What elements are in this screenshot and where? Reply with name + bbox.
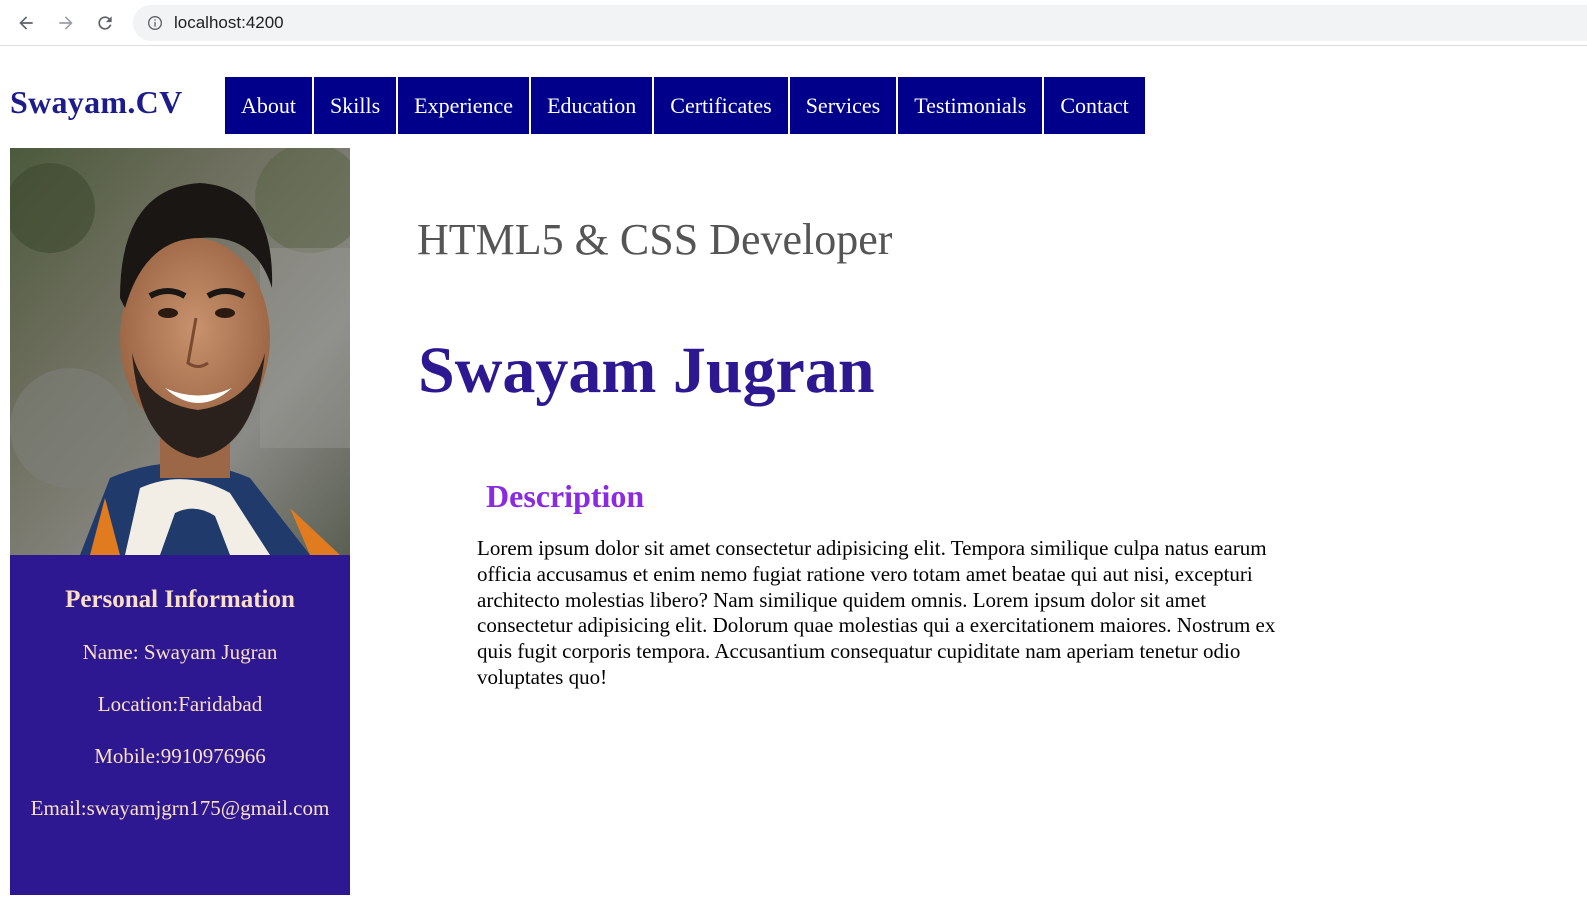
arrow-left-icon [19,16,33,30]
nav-item-experience[interactable]: Experience [398,77,530,134]
nav-item-certificates[interactable]: Certificates [654,77,788,134]
site-logo[interactable]: Swayam.CV [10,84,182,121]
description-heading: Description [486,478,645,514]
info-email: Email:swayamjgrn175@gmail.com [30,796,330,820]
reload-button[interactable] [89,7,121,39]
reload-icon [98,16,112,30]
main-nav: About Skills Experience Education Certif… [225,77,1147,134]
sidebar: Personal Information Name: Swayam Jugran… [10,148,350,895]
profile-photo [10,148,350,555]
nav-item-education[interactable]: Education [531,77,653,134]
address-url: localhost:4200 [174,13,284,32]
nav-item-testimonials[interactable]: Testimonials [898,77,1043,134]
info-icon[interactable] [147,15,163,31]
info-location: Location:Faridabad [97,692,263,716]
address-bar[interactable]: localhost:4200 [133,5,1587,41]
back-button[interactable] [10,7,42,39]
profile-name: Swayam Jugran [418,334,875,407]
browser-toolbar: localhost:4200 [0,0,1587,46]
forward-button[interactable] [50,7,82,39]
personal-info-panel: Personal Information Name: Swayam Jugran… [10,555,350,895]
info-mobile: Mobile:9910976966 [94,744,266,768]
nav-item-services[interactable]: Services [789,77,897,134]
arrow-right-icon [59,16,73,30]
nav-item-skills[interactable]: Skills [314,77,397,134]
nav-item-about[interactable]: About [225,77,312,134]
personal-info-heading: Personal Information [65,586,295,613]
info-name: Name: Swayam Jugran [82,640,278,664]
role-title: HTML5 & CSS Developer [417,215,893,264]
nav-item-contact[interactable]: Contact [1044,77,1145,134]
description-text: Lorem ipsum dolor sit amet consectetur a… [477,536,1276,689]
